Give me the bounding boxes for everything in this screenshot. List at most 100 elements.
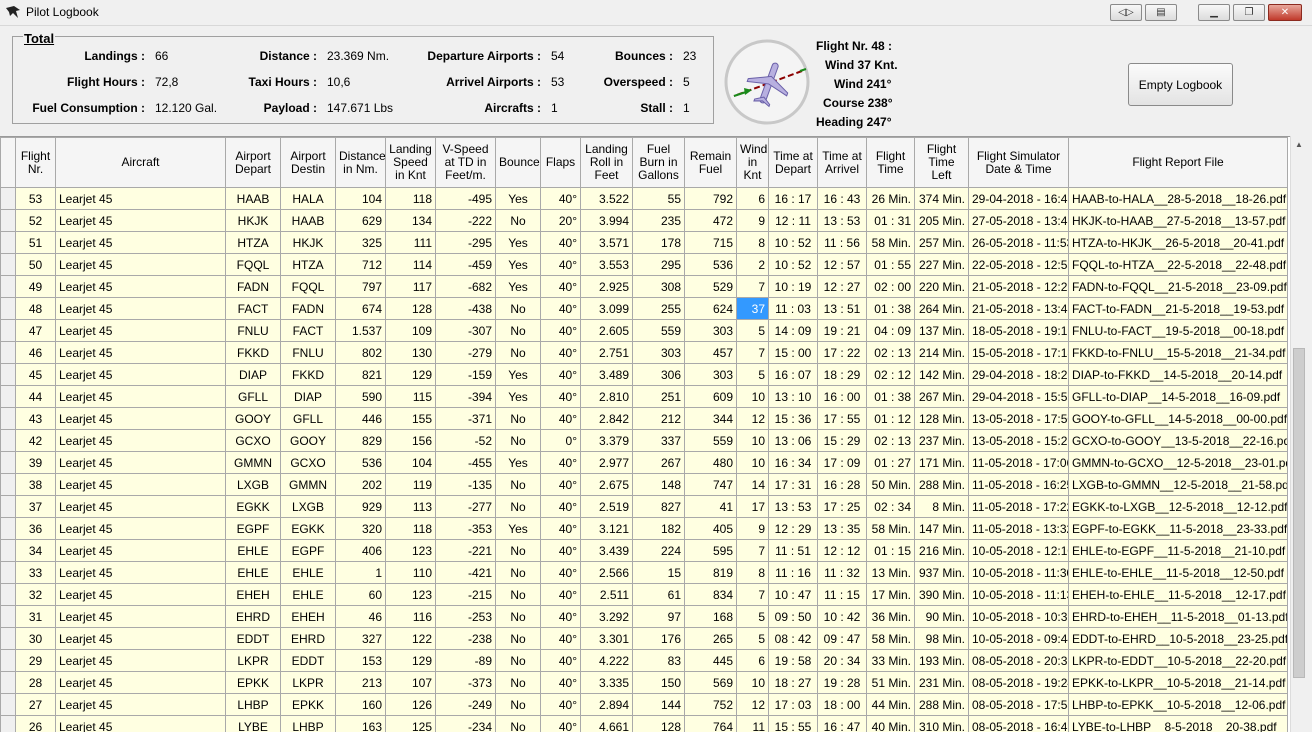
table-cell[interactable]: -279 <box>435 341 496 364</box>
table-cell[interactable]: 11 : 15 <box>817 583 867 606</box>
table-cell[interactable]: LHBP <box>280 715 336 732</box>
table-cell[interactable]: 12 : 29 <box>768 517 818 540</box>
table-cell[interactable]: No <box>495 605 541 628</box>
table-cell[interactable]: No <box>495 495 541 518</box>
row-selector[interactable] <box>0 495 16 518</box>
table-cell[interactable]: -373 <box>435 671 496 694</box>
table-cell[interactable]: 46 <box>15 341 56 364</box>
table-cell[interactable]: -277 <box>435 495 496 518</box>
table-cell[interactable]: EDDT-to-EHRD__10-5-2018__23-25.pdf <box>1068 627 1288 650</box>
table-cell[interactable]: 6 <box>736 187 769 210</box>
table-cell[interactable]: 45 <box>15 363 56 386</box>
table-cell[interactable]: 16 : 28 <box>817 473 867 496</box>
table-cell[interactable]: -421 <box>435 561 496 584</box>
table-cell[interactable]: Learjet 45 <box>55 627 226 650</box>
table-cell[interactable]: 29-04-2018 - 15:57 <box>968 385 1069 408</box>
table-cell[interactable]: 834 <box>684 583 737 606</box>
table-cell[interactable]: Yes <box>495 253 541 276</box>
table-cell[interactable]: -89 <box>435 649 496 672</box>
table-cell[interactable]: 40° <box>540 253 581 276</box>
table-cell[interactable]: 01 : 15 <box>866 539 915 562</box>
table-cell[interactable]: 13-05-2018 - 15:27 <box>968 429 1069 452</box>
table-cell[interactable]: 265 <box>684 627 737 650</box>
table-cell[interactable]: 10 <box>736 429 769 452</box>
table-cell[interactable]: HAAB-to-HALA__28-5-2018__18-26.pdf <box>1068 187 1288 210</box>
table-cell[interactable]: 536 <box>684 253 737 276</box>
table-cell[interactable]: Learjet 45 <box>55 473 226 496</box>
table-cell[interactable]: 2.810 <box>580 385 633 408</box>
table-cell[interactable]: 08 : 42 <box>768 627 818 650</box>
table-cell[interactable]: 29 <box>15 649 56 672</box>
table-cell[interactable]: 446 <box>335 407 386 430</box>
row-selector[interactable] <box>0 187 16 210</box>
table-cell[interactable]: No <box>495 715 541 732</box>
table-cell[interactable]: Learjet 45 <box>55 605 226 628</box>
table-cell[interactable]: -295 <box>435 231 496 254</box>
row-selector[interactable] <box>0 517 16 540</box>
column-header[interactable]: Flight Simulator Date & Time <box>968 137 1069 188</box>
table-cell[interactable]: 10 : 52 <box>768 231 818 254</box>
table-cell[interactable]: 12 : 27 <box>817 275 867 298</box>
table-cell[interactable]: 02 : 12 <box>866 363 915 386</box>
table-cell[interactable]: EHLE <box>280 561 336 584</box>
table-cell[interactable]: 13 : 51 <box>817 297 867 320</box>
table-cell[interactable]: EDDT <box>225 627 281 650</box>
table-cell[interactable]: 3.121 <box>580 517 633 540</box>
table-cell[interactable]: 303 <box>684 363 737 386</box>
table-cell[interactable]: 10 : 47 <box>768 583 818 606</box>
table-cell[interactable]: 19 : 28 <box>817 671 867 694</box>
table-cell[interactable]: 43 <box>15 407 56 430</box>
table-cell[interactable]: 267 <box>632 451 685 474</box>
table-cell[interactable]: 37 <box>736 297 769 320</box>
table-cell[interactable]: 5 <box>736 363 769 386</box>
table-cell[interactable]: 40° <box>540 517 581 540</box>
table-cell[interactable]: 797 <box>335 275 386 298</box>
table-cell[interactable]: 937 Min. <box>914 561 969 584</box>
table-cell[interactable]: 674 <box>335 297 386 320</box>
table-cell[interactable]: -353 <box>435 517 496 540</box>
table-cell[interactable]: FADN <box>225 275 281 298</box>
maximize-button[interactable]: ❐ <box>1233 4 1265 21</box>
table-cell[interactable]: LYBE-to-LHBP__8-5-2018__20-38.pdf <box>1068 715 1288 732</box>
table-cell[interactable]: No <box>495 583 541 606</box>
scroll-up-icon[interactable]: ▲ <box>1291 136 1307 153</box>
table-cell[interactable]: 178 <box>632 231 685 254</box>
table-cell[interactable]: 40° <box>540 451 581 474</box>
row-selector[interactable] <box>0 253 16 276</box>
table-cell[interactable]: FQQL-to-HTZA__22-5-2018__22-48.pdf <box>1068 253 1288 276</box>
table-cell[interactable]: 288 Min. <box>914 693 969 716</box>
table-cell[interactable]: 11 : 51 <box>768 539 818 562</box>
table-cell[interactable]: No <box>495 627 541 650</box>
table-cell[interactable]: No <box>495 473 541 496</box>
table-row[interactable]: 34 Learjet 45 EHLE EGPF 406 123 -221 No 40° 3.439… <box>0 539 1288 562</box>
table-cell[interactable]: No <box>495 561 541 584</box>
table-cell[interactable]: 31 <box>15 605 56 628</box>
table-cell[interactable]: 5 <box>736 627 769 650</box>
table-cell[interactable]: 40° <box>540 275 581 298</box>
table-cell[interactable]: 18 : 00 <box>817 693 867 716</box>
table-cell[interactable]: 267 Min. <box>914 385 969 408</box>
table-cell[interactable]: -249 <box>435 693 496 716</box>
table-cell[interactable]: EHEH <box>280 605 336 628</box>
column-header[interactable]: Flight Time <box>866 137 915 188</box>
table-cell[interactable]: 130 <box>385 341 436 364</box>
table-cell[interactable]: 16 : 07 <box>768 363 818 386</box>
table-cell[interactable]: 257 Min. <box>914 231 969 254</box>
table-cell[interactable]: 36 <box>15 517 56 540</box>
row-selector[interactable] <box>0 715 16 732</box>
table-cell[interactable]: 303 <box>632 341 685 364</box>
table-cell[interactable]: 40° <box>540 341 581 364</box>
row-selector[interactable] <box>0 341 16 364</box>
table-cell[interactable]: LKPR-to-EDDT__10-5-2018__22-20.pdf <box>1068 649 1288 672</box>
table-cell[interactable]: -135 <box>435 473 496 496</box>
table-cell[interactable]: 26-05-2018 - 11:53 <box>968 231 1069 254</box>
table-cell[interactable]: EGKK <box>280 517 336 540</box>
table-cell[interactable]: 02 : 13 <box>866 341 915 364</box>
scrollbar-thumb[interactable] <box>1293 348 1305 678</box>
table-cell[interactable]: 227 Min. <box>914 253 969 276</box>
table-cell[interactable]: GFLL-to-DIAP__14-5-2018__16-09.pdf <box>1068 385 1288 408</box>
table-cell[interactable]: 97 <box>632 605 685 628</box>
row-selector[interactable] <box>0 473 16 496</box>
table-cell[interactable]: 2.519 <box>580 495 633 518</box>
table-cell[interactable]: 792 <box>684 187 737 210</box>
